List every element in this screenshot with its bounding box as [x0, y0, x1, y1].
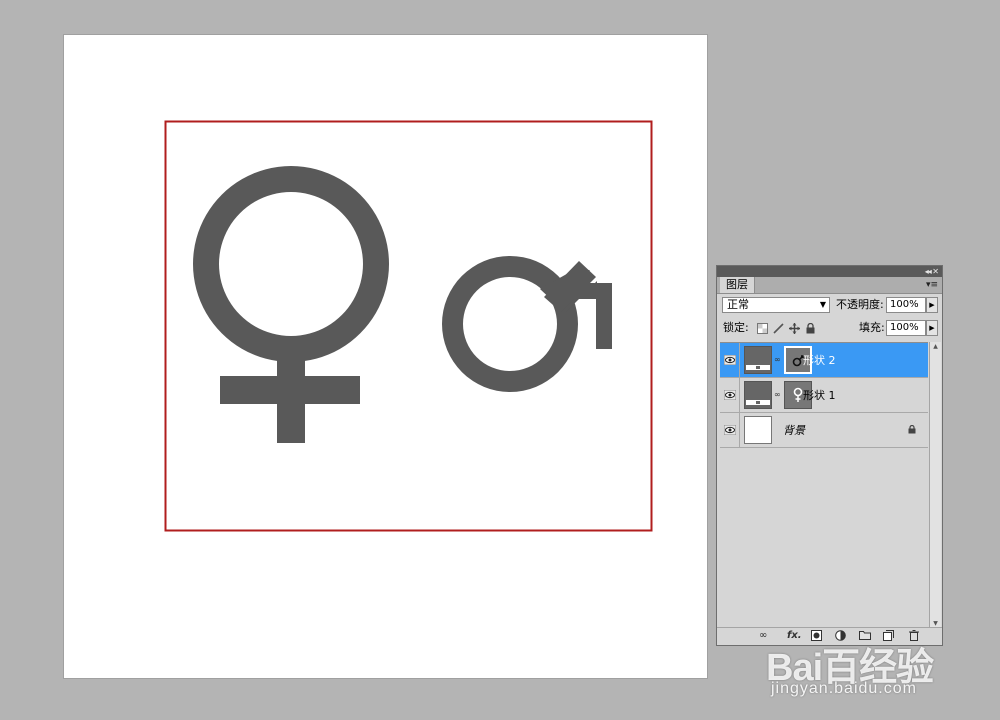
layer-name[interactable]: 形状 1 — [803, 378, 836, 413]
lock-pixels-brush-icon[interactable] — [773, 323, 784, 334]
link-chain-icon[interactable]: ∞ — [774, 354, 781, 366]
layer-row-background[interactable]: 背景 — [720, 413, 928, 448]
opacity-label: 不透明度: — [836, 298, 884, 311]
white-thumbnail[interactable] — [744, 416, 772, 444]
scroll-up-icon[interactable]: ▲ — [930, 342, 941, 352]
eye-icon — [724, 355, 736, 365]
opacity-input[interactable]: 100% — [886, 297, 926, 313]
layer-name[interactable]: 形状 2 — [803, 343, 836, 378]
chevron-down-icon: ▼ — [819, 300, 826, 309]
panel-menu-icon[interactable]: ▾≡ — [926, 279, 938, 291]
blend-mode-value: 正常 — [727, 298, 749, 311]
lock-icon — [908, 425, 916, 434]
vector-shape-thumbnail[interactable] — [744, 346, 772, 374]
document-canvas[interactable] — [64, 35, 707, 678]
eye-icon — [724, 390, 736, 400]
watermark-url: jingyan.baidu.com — [771, 680, 917, 697]
visibility-toggle[interactable] — [720, 343, 740, 378]
layers-panel: ◂◂ ✕ 图层 ▾≡ 正常 ▼ 不透明度: 100% ▶ 锁定: 填充: 100… — [716, 265, 943, 646]
layers-scrollbar[interactable]: ▲ ▼ — [929, 342, 941, 629]
lock-fill-row: 锁定: 填充: 100% ▶ — [717, 319, 942, 343]
visibility-toggle[interactable] — [720, 413, 740, 448]
layer-row-shape-1[interactable]: ∞ 形状 1 — [720, 378, 928, 413]
lock-transparency-icon[interactable] — [757, 323, 768, 334]
tab-layers[interactable]: 图层 — [720, 277, 755, 293]
vector-shape-thumbnail[interactable] — [744, 381, 772, 409]
blend-opacity-row: 正常 ▼ 不透明度: 100% ▶ — [717, 295, 942, 319]
female-symbol-icon — [193, 166, 390, 443]
layer-row-shape-2[interactable]: ∞ 形状 2 — [720, 343, 928, 378]
eye-icon — [724, 425, 736, 435]
layers-list: ∞ 形状 2 ∞ 形状 1 背景 — [720, 342, 928, 614]
panel-tab-row: 图层 ▾≡ — [717, 277, 942, 294]
artwork — [164, 120, 653, 532]
fill-label: 填充: — [859, 321, 885, 334]
fill-slider-button[interactable]: ▶ — [926, 320, 938, 336]
fill-input[interactable]: 100% — [886, 320, 926, 336]
opacity-slider-button[interactable]: ▶ — [926, 297, 938, 313]
layer-name[interactable]: 背景 — [783, 413, 805, 448]
lock-label: 锁定: — [723, 321, 749, 334]
lock-all-icon[interactable] — [805, 322, 816, 334]
male-symbol-icon — [442, 256, 612, 392]
blend-mode-select[interactable]: 正常 ▼ — [722, 297, 830, 313]
collapse-panel-icon[interactable]: ◂◂ ✕ — [925, 266, 939, 277]
lock-position-move-icon[interactable] — [789, 323, 800, 334]
panel-title-bar[interactable]: ◂◂ ✕ — [717, 266, 942, 277]
link-chain-icon[interactable]: ∞ — [774, 389, 781, 401]
visibility-toggle[interactable] — [720, 378, 740, 413]
